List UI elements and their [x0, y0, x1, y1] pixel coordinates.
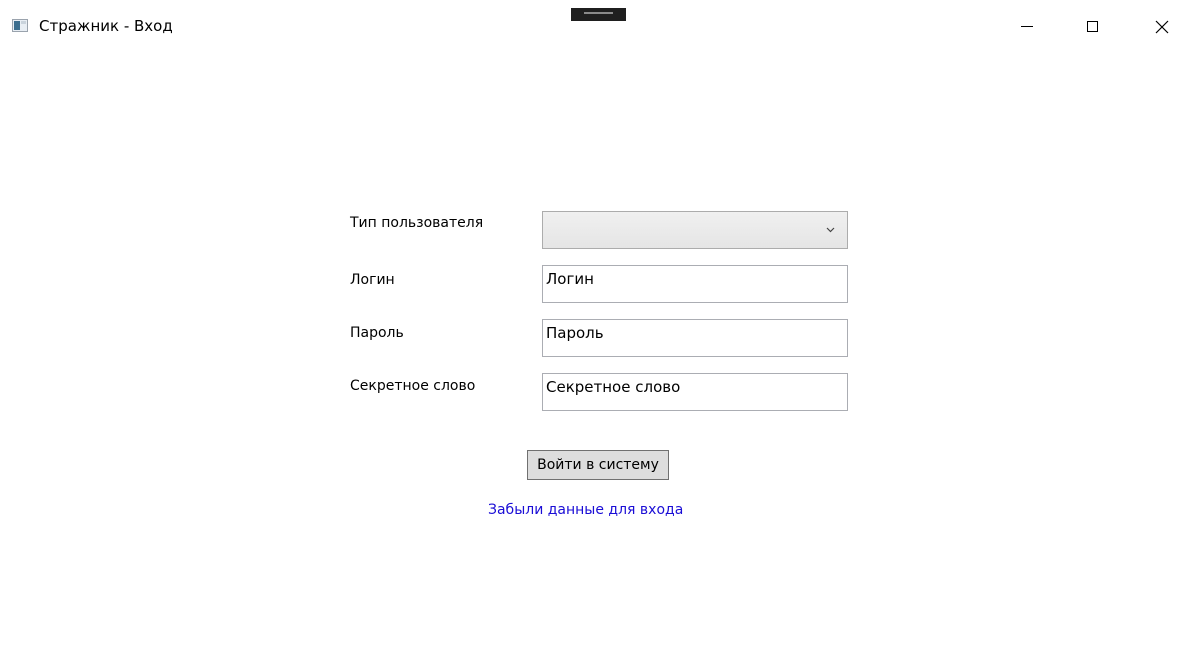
maximize-icon — [1087, 21, 1098, 32]
maximize-button[interactable] — [1072, 10, 1118, 42]
app-window-icon — [12, 19, 28, 32]
user-type-select[interactable] — [542, 211, 848, 249]
forgot-credentials-link[interactable]: Забыли данные для входа — [488, 500, 683, 520]
minimize-icon — [1021, 26, 1033, 27]
close-button[interactable] — [1140, 10, 1186, 42]
login-window: Стражник - Вход Тип пользователя Логин Л… — [0, 0, 1188, 670]
login-field-value: Логин — [546, 270, 594, 288]
secret-word-label: Секретное слово — [350, 378, 476, 394]
secret-word-field[interactable]: Секретное слово — [542, 373, 848, 411]
drag-handle-icon[interactable] — [571, 8, 626, 21]
login-label: Логин — [350, 272, 395, 288]
chevron-down-icon — [826, 227, 835, 233]
minimize-button[interactable] — [1005, 10, 1051, 42]
password-field-value: Пароль — [546, 324, 604, 342]
secret-word-field-value: Секретное слово — [546, 378, 681, 396]
password-field[interactable]: Пароль — [542, 319, 848, 357]
close-icon — [1155, 20, 1169, 34]
window-title: Стражник - Вход — [39, 17, 173, 35]
login-field[interactable]: Логин — [542, 265, 848, 303]
password-label: Пароль — [350, 325, 404, 341]
user-type-label: Тип пользователя — [350, 215, 484, 231]
login-button[interactable]: Войти в систему — [527, 450, 669, 480]
title-bar[interactable]: Стражник - Вход — [0, 0, 1188, 54]
